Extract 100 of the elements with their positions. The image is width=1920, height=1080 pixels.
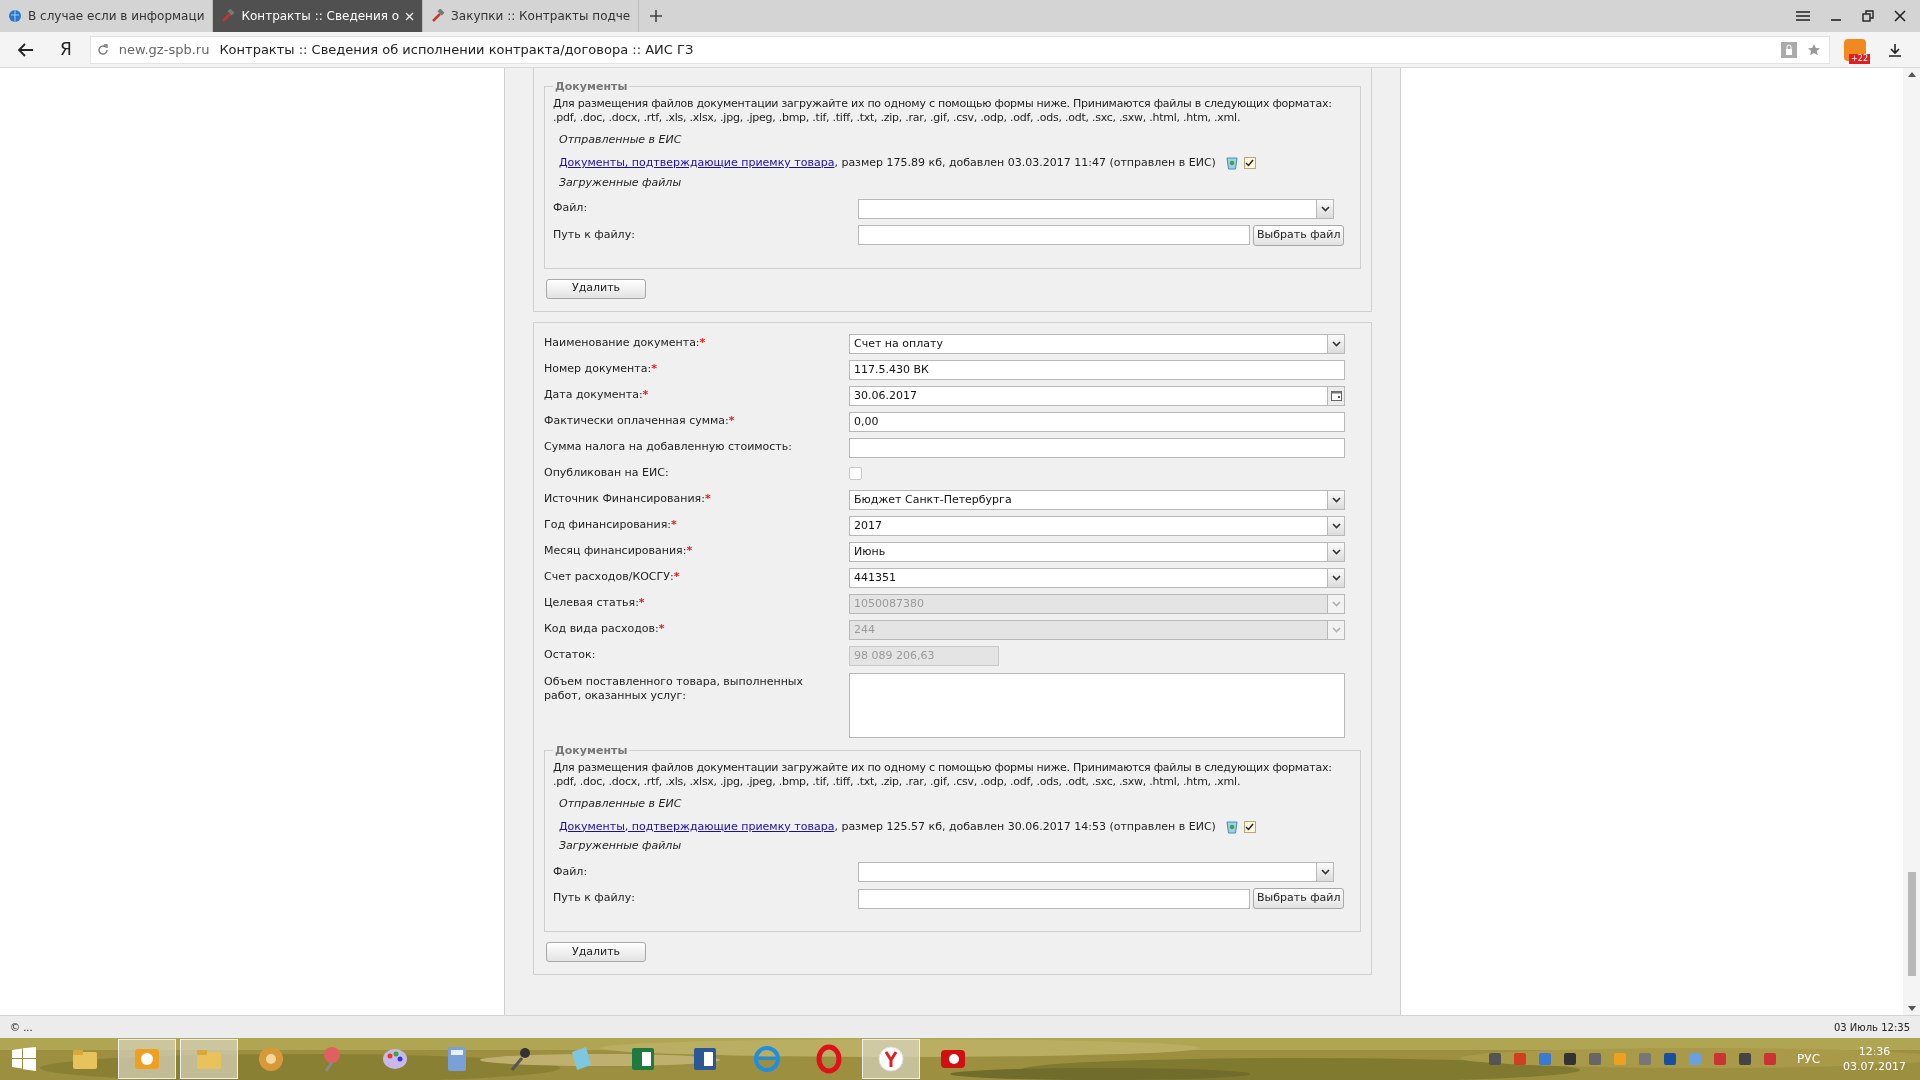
ring-icon bbox=[814, 1044, 844, 1074]
scroll-down-icon[interactable] bbox=[1907, 1006, 1916, 1011]
browser-tab[interactable]: Контракты :: Сведения о bbox=[213, 0, 424, 32]
field-label: Целевая статья:* bbox=[544, 595, 646, 612]
chevron-down-icon bbox=[1331, 574, 1341, 581]
dropdown-field[interactable]: 441351 bbox=[849, 567, 1345, 588]
refresh-icon bbox=[96, 43, 109, 56]
globe-icon bbox=[8, 9, 22, 23]
field-label: Дата документа:* bbox=[544, 387, 650, 404]
format-hint: Для размещения файлов документации загружайте их по одному с помощью формы ниже. Принимаются файлы в следующих форматах: bbox=[553, 97, 1332, 111]
readonly-field: 98 089 206,63 bbox=[849, 645, 999, 666]
domain-text: new.gz-spb.ru bbox=[118, 40, 210, 59]
scrollbar[interactable] bbox=[1903, 68, 1920, 1015]
text-field[interactable]: 0,00 bbox=[849, 411, 1345, 432]
restore-icon[interactable] bbox=[1862, 10, 1874, 22]
date-field[interactable]: 30.06.2017 bbox=[849, 385, 1328, 406]
file-description: Документы, подтверждающие приемку товара, размер 125.57 кб, добавлен 30.06.2017 14:53 (отправлен в ЕИС) bbox=[559, 818, 1216, 835]
page-title: Контракты :: Сведения об исполнении контракта/договора :: АИС ГЗ bbox=[219, 40, 694, 59]
choose-file-button[interactable]: Выбрать файл bbox=[1253, 888, 1345, 909]
field-label: Файл: bbox=[553, 200, 589, 217]
dropdown-button[interactable] bbox=[1316, 863, 1333, 881]
calendar-icon bbox=[1330, 390, 1342, 401]
field-label: Месяц финансирования:* bbox=[544, 543, 694, 560]
chevron-down-icon bbox=[1331, 522, 1341, 529]
text-field[interactable]: 117.5.430 ВК bbox=[849, 359, 1345, 380]
checkbox[interactable] bbox=[1243, 157, 1256, 170]
field-label: Файл: bbox=[553, 863, 589, 880]
taskbar-button[interactable] bbox=[862, 1039, 920, 1079]
section-heading: Отправленные в ЕИС bbox=[559, 796, 683, 811]
field-label: Сумма налога на добавленную стоимость: bbox=[544, 439, 793, 456]
dropdown-field[interactable]: Июнь bbox=[849, 541, 1345, 562]
checkbox[interactable] bbox=[849, 467, 862, 480]
lock-icon[interactable] bbox=[1781, 41, 1797, 58]
recycle-bin-icon[interactable] bbox=[1225, 156, 1238, 171]
tray-icon[interactable] bbox=[1487, 1051, 1504, 1067]
dropdown-button[interactable] bbox=[1316, 199, 1333, 218]
chevron-down-icon bbox=[1320, 205, 1330, 212]
menu-icon[interactable] bbox=[1796, 10, 1810, 22]
field-label: Наименование документа:* bbox=[544, 335, 707, 352]
dropdown-field[interactable]: Счет на оплату bbox=[849, 333, 1345, 354]
browser-logo[interactable]: Я bbox=[60, 36, 72, 63]
file-path-field[interactable] bbox=[858, 888, 1250, 909]
delete-button[interactable]: Удалить bbox=[546, 278, 646, 299]
chevron-down-icon bbox=[1331, 548, 1341, 555]
field-label: Остаток: bbox=[544, 647, 597, 664]
field-label: Опубликован на ЕИС: bbox=[544, 465, 670, 482]
dropdown-button[interactable] bbox=[1327, 334, 1344, 353]
scroll-up-icon[interactable] bbox=[1907, 72, 1916, 77]
dropdown-button[interactable] bbox=[1327, 568, 1344, 587]
checkbox[interactable] bbox=[1243, 820, 1256, 833]
field-label: Источник Финансирования:* bbox=[544, 491, 712, 508]
tray-icon[interactable] bbox=[1662, 1051, 1679, 1067]
text-field[interactable] bbox=[849, 437, 1345, 458]
star-icon[interactable] bbox=[1807, 42, 1821, 57]
field-label: Путь к файлу: bbox=[553, 226, 636, 243]
globe-icon bbox=[752, 1044, 782, 1074]
new-tab-icon[interactable] bbox=[649, 9, 664, 23]
chevron-down-icon bbox=[1331, 626, 1341, 633]
calendar-button[interactable] bbox=[1328, 385, 1345, 406]
chevron-down-icon bbox=[1331, 496, 1341, 503]
dropdown-field[interactable] bbox=[858, 862, 1334, 882]
chevron-down-icon bbox=[1331, 600, 1341, 607]
orb-icon bbox=[256, 1044, 286, 1074]
windows-logo-icon[interactable] bbox=[12, 1047, 36, 1071]
tray-icon[interactable] bbox=[1737, 1051, 1754, 1067]
scrollbar-thumb[interactable] bbox=[1907, 872, 1916, 976]
dropdown-button[interactable] bbox=[1327, 516, 1344, 535]
field-label: Путь к файлу: bbox=[553, 890, 636, 907]
section-heading: Отправленные в ЕИС bbox=[559, 133, 683, 147]
text-area[interactable] bbox=[849, 672, 1345, 738]
hammer-icon bbox=[221, 9, 236, 23]
field-label: Счет расходов/КОСГУ:* bbox=[544, 569, 681, 586]
format-hint: .pdf, .doc, .docx, .rtf, .xls, .xlsx, .jpg, .jpeg, .bmp, .tif, .tiff, .txt, .zip, .rar, .gif, .csv, .odp, .odf, .ods, .odt, .sxc, .sxw, .html, .htm, .xml. bbox=[553, 774, 1241, 789]
dropdown-field[interactable] bbox=[858, 198, 1334, 219]
chevron-down-icon bbox=[1320, 869, 1330, 875]
back-arrow-icon[interactable] bbox=[18, 42, 34, 57]
format-hint: .pdf, .doc, .docx, .rtf, .xls, .xlsx, .jpg, .jpeg, .bmp, .tif, .tiff, .txt, .zip, .rar, .gif, .csv, .odp, .odf, .ods, .odt, .sxc, .sxw, .html, .htm, .xml. bbox=[553, 111, 1241, 125]
tray-icon[interactable] bbox=[1562, 1051, 1579, 1067]
field-label: Объем поставленного товара, выполненных работ, оказанных услуг: bbox=[544, 673, 805, 703]
field-label: Номер документа:* bbox=[544, 361, 658, 378]
dropdown-field[interactable]: 2017 bbox=[849, 515, 1345, 536]
dropdown-button[interactable] bbox=[1327, 542, 1344, 561]
delete-button[interactable]: Удалить bbox=[546, 942, 646, 962]
file-path-field[interactable] bbox=[858, 225, 1250, 245]
close-icon[interactable] bbox=[1894, 10, 1906, 22]
address-bar[interactable]: new.gz-spb.ru Контракты :: Сведения об исполнении контракта/договора :: АИС ГЗ bbox=[89, 35, 1830, 64]
format-hint: Для размещения файлов документации загружайте их по одному с помощью формы ниже. Принимаются файлы в следующих форматах: bbox=[553, 760, 1332, 775]
download-icon[interactable] bbox=[1888, 42, 1902, 57]
browser-icon bbox=[876, 1044, 906, 1074]
dropdown-button[interactable] bbox=[1327, 490, 1344, 509]
tray-icon[interactable] bbox=[1587, 1051, 1604, 1067]
field-label: Год финансирования:* bbox=[544, 517, 678, 534]
field-label: Фактически оплаченная сумма:* bbox=[544, 413, 736, 430]
field-label: Код вида расходов:* bbox=[544, 621, 666, 638]
choose-file-button[interactable]: Выбрать файл bbox=[1253, 224, 1345, 246]
dropdown-field[interactable]: Бюджет Санкт-Петербурга bbox=[849, 489, 1345, 510]
recycle-bin-icon[interactable] bbox=[1225, 819, 1238, 834]
chevron-down-icon bbox=[1331, 340, 1341, 347]
status-text: © ... bbox=[10, 1020, 33, 1035]
file-description: Документы, подтверждающие приемку товара, размер 175.89 кб, добавлен 03.03.2017 11:47 (отправлен в ЕИС) bbox=[559, 155, 1216, 171]
